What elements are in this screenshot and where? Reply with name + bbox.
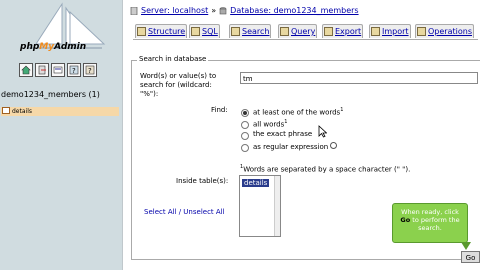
tab-search[interactable]: Search: [229, 24, 272, 38]
tab-sql[interactable]: SQL: [189, 24, 220, 38]
select-all-link[interactable]: Select All / Unselect All: [144, 208, 225, 216]
breadcrumb-separator: »: [211, 6, 217, 15]
search-words-input[interactable]: tm: [240, 72, 478, 84]
database-name[interactable]: demo1234_members (1): [1, 90, 100, 99]
help-icon[interactable]: [330, 142, 338, 149]
footnote-text: 1Words are separated by a space characte…: [240, 164, 411, 174]
listbox-option-details[interactable]: details: [242, 179, 270, 187]
tab-operations[interactable]: Operations: [415, 24, 474, 38]
tab-bar: Structure SQL Search Query Export Import…: [133, 24, 478, 40]
phpmyadmin-logo[interactable]: phpMyAdmin: [0, 0, 122, 58]
sidebar-item-details[interactable]: details: [1, 107, 119, 116]
inside-tables-label: Inside table(s):: [176, 177, 229, 185]
server-icon: [130, 6, 138, 15]
svg-text:?: ?: [88, 67, 92, 75]
words-label-line3: "%"):: [140, 90, 159, 98]
sql-icon: [191, 27, 200, 36]
database-icon: [219, 6, 227, 14]
query-window-icon[interactable]: [51, 63, 65, 77]
words-label-line2: search for (wildcard:: [140, 81, 212, 89]
breadcrumb-server[interactable]: Server: localhost: [141, 6, 208, 15]
radio-regular-expression[interactable]: [241, 144, 249, 152]
instruction-tooltip: When ready, click Go to perform the sear…: [392, 203, 471, 250]
go-button[interactable]: Go: [461, 251, 480, 263]
words-label-line1: Word(s) or value(s) to: [140, 72, 217, 80]
listbox-scrollbar[interactable]: [274, 176, 280, 236]
tables-listbox[interactable]: details: [239, 175, 281, 237]
tab-query[interactable]: Query: [278, 24, 318, 38]
import-icon: [371, 27, 380, 36]
home-icon[interactable]: [19, 63, 33, 77]
option-at-least-one-label: at least one of the words1: [253, 107, 344, 117]
sidebar-toolbar: ? ?: [19, 63, 97, 77]
option-all-words-label: all words1: [253, 119, 288, 129]
fieldset-legend: Search in database: [137, 55, 209, 63]
find-label: Find:: [211, 106, 228, 114]
tab-export[interactable]: Export: [322, 24, 364, 38]
radio-exact-phrase[interactable]: [241, 132, 249, 140]
logout-icon[interactable]: [35, 63, 49, 77]
query-icon: [280, 27, 289, 36]
export-icon: [324, 27, 333, 36]
logo-text: phpMyAdmin: [20, 42, 87, 52]
svg-text:?: ?: [72, 67, 76, 75]
option-exact-phrase-label: the exact phrase: [253, 130, 313, 138]
breadcrumb-database[interactable]: Database: demo1234_members: [230, 6, 358, 15]
tab-import[interactable]: Import: [369, 24, 411, 38]
mouse-cursor-icon: [318, 125, 327, 138]
documentation-icon[interactable]: ?: [67, 63, 81, 77]
radio-all-words[interactable]: [241, 121, 249, 129]
option-regex-label: as regular expression: [253, 142, 338, 151]
sql-docs-icon[interactable]: ?: [83, 63, 97, 77]
table-icon: [2, 107, 10, 114]
search-icon: [231, 27, 240, 36]
tab-structure[interactable]: Structure: [135, 24, 188, 38]
operations-icon: [417, 27, 426, 36]
structure-icon: [137, 27, 146, 36]
breadcrumb: Server: localhost » Database: demo1234_m…: [130, 6, 359, 15]
left-panel: phpMyAdmin ? ? demo1234_members (1) deta…: [0, 0, 123, 270]
radio-at-least-one[interactable]: [241, 109, 249, 117]
